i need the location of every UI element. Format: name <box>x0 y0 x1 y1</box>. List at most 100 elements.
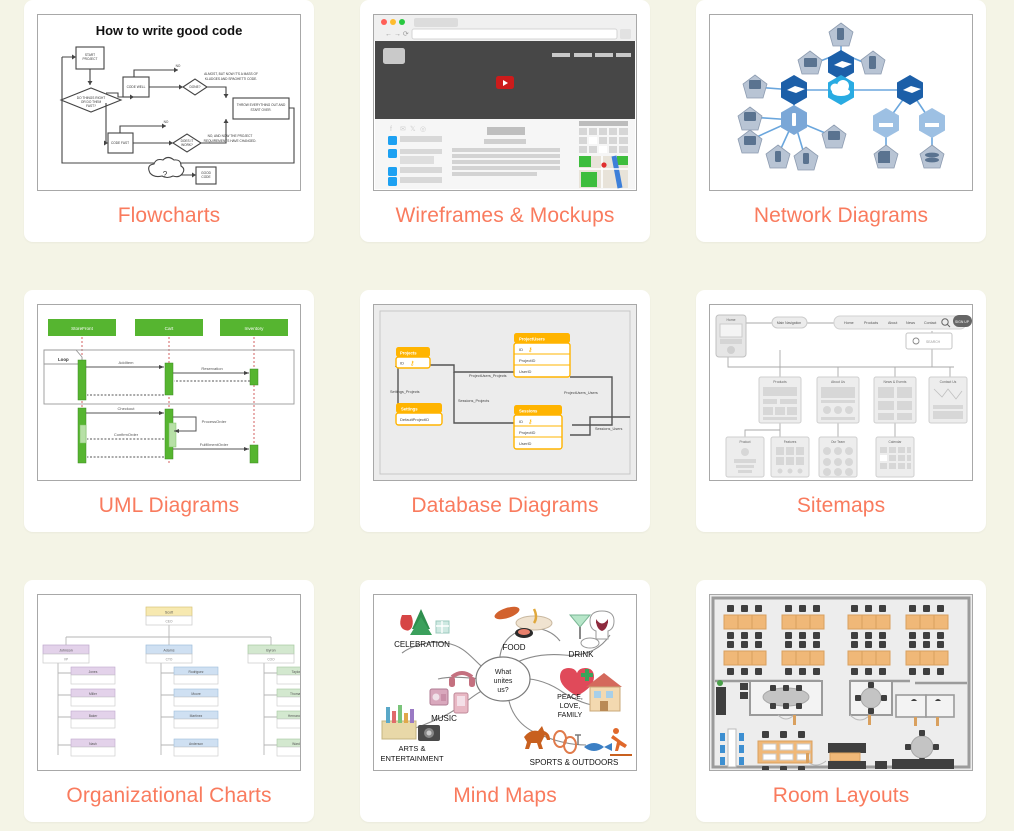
card-network-diagrams[interactable]: Network Diagrams <box>696 0 986 242</box>
svg-text:Ward: Ward <box>292 742 300 746</box>
svg-text:Sessions_Projects: Sessions_Projects <box>458 399 489 403</box>
svg-text:News: News <box>906 321 915 325</box>
svg-text:Thomas: Thomas <box>290 692 300 696</box>
thumbnail-database: Projects ID ⚷ ProjectUsers ID ⚷ ProjectI… <box>373 304 637 481</box>
card-label-mind-maps: Mind Maps <box>453 784 557 807</box>
svg-text:Settings: Settings <box>401 407 418 412</box>
card-organizational-charts[interactable]: Scott CEO Johnson VP Adams CTO Byron COO… <box>24 580 314 822</box>
svg-text:CTO: CTO <box>166 658 173 662</box>
svg-text:THROW EVERYTHING OUT AND: THROW EVERYTHING OUT AND <box>237 103 286 107</box>
svg-text:Martinez: Martinez <box>190 714 203 718</box>
thumbnail-network <box>709 14 973 191</box>
thumbnail-sitemap: Home Main Navigation Home Products About N… <box>709 304 973 481</box>
svg-text:Features: Features <box>784 440 797 444</box>
svg-text:Calendar: Calendar <box>889 440 903 444</box>
svg-text:Reservation: Reservation <box>201 366 222 371</box>
db-table-projects: Projects ID ⚷ <box>395 347 431 369</box>
svg-text:?: ? <box>163 170 168 179</box>
svg-text:ConfirmOrder: ConfirmOrder <box>114 432 139 437</box>
svg-text:News & Events: News & Events <box>884 380 907 384</box>
svg-text:ID: ID <box>519 419 523 424</box>
card-flowcharts[interactable]: How to write good code START PROJECT DO … <box>24 0 314 242</box>
svg-text:Hernandez: Hernandez <box>288 714 300 718</box>
svg-text:Products: Products <box>864 321 878 325</box>
db-table-settings: Settings DefaultProjectID <box>395 403 443 426</box>
svg-text:FAMILY: FAMILY <box>558 712 583 719</box>
svg-text:Byron: Byron <box>266 649 275 653</box>
svg-text:ProjectID: ProjectID <box>519 430 536 435</box>
thumbnail-uml: StoreFront Cart Inventory Loop AddItem R… <box>37 304 301 481</box>
svg-text:START OVER.: START OVER. <box>251 108 272 112</box>
svg-text:Our Team: Our Team <box>831 440 845 444</box>
svg-text:𝕏: 𝕏 <box>410 125 416 133</box>
svg-text:FAST?: FAST? <box>86 104 96 108</box>
svg-text:NO, AND NOW THE PROJECT: NO, AND NOW THE PROJECT <box>208 134 253 138</box>
card-wireframes-mockups[interactable]: ← → ⟳ f ✉ 𝕏 ◎ Wireframes & Mockups <box>360 0 650 242</box>
svg-text:CODE: CODE <box>201 175 210 179</box>
svg-text:f: f <box>390 126 392 133</box>
card-room-layouts[interactable]: Room Layouts <box>696 580 986 822</box>
svg-text:Main Navigation: Main Navigation <box>777 321 801 325</box>
svg-text:Product: Product <box>740 440 751 444</box>
svg-text:Rodriguez: Rodriguez <box>188 670 203 674</box>
uml-actor-2: Inventory <box>245 326 265 331</box>
svg-text:How to write good code: How to write good code <box>96 23 243 38</box>
svg-text:Baker: Baker <box>89 714 99 718</box>
card-mind-maps[interactable]: What unites us? CELEBRATION FOOD DRINK P… <box>360 580 650 822</box>
svg-text:✉: ✉ <box>400 126 406 133</box>
svg-text:unites: unites <box>494 678 513 685</box>
svg-text:us?: us? <box>497 687 508 694</box>
svg-text:Home: Home <box>844 321 854 325</box>
org-node-branch-1: Adams CTO <box>145 644 193 664</box>
svg-text:Anderson: Anderson <box>189 742 203 746</box>
svg-text:⚷: ⚷ <box>528 347 532 354</box>
diagram-gallery: How to write good code START PROJECT DO … <box>0 0 1014 822</box>
card-label-uml-diagrams: UML Diagrams <box>98 494 240 517</box>
card-sitemaps[interactable]: Home Main Navigation Home Products About N… <box>696 290 986 532</box>
svg-text:SPORTS & OUTDOORS: SPORTS & OUTDOORS <box>530 758 619 767</box>
svg-text:⚷: ⚷ <box>410 360 414 367</box>
svg-text:Checkout: Checkout <box>118 406 136 411</box>
thumbnail-roomlayout <box>709 594 973 771</box>
svg-text:CEO: CEO <box>166 620 173 624</box>
card-label-organizational-charts: Organizational Charts <box>66 784 272 807</box>
svg-text:UserID: UserID <box>519 369 532 374</box>
svg-text:WORK?: WORK? <box>181 143 193 147</box>
svg-text:LOVE,: LOVE, <box>560 703 581 710</box>
db-table-projectusers: ProjectUsers ID ⚷ ProjectID UserID <box>513 333 571 378</box>
svg-text:AddItem: AddItem <box>119 360 135 365</box>
svg-text:Taylor: Taylor <box>292 670 300 674</box>
svg-text:About: About <box>888 321 897 325</box>
thumbnail-wireframe: ← → ⟳ f ✉ 𝕏 ◎ <box>373 14 637 191</box>
svg-text:← → ⟳: ← → ⟳ <box>385 31 409 38</box>
thumbnail-mindmap: What unites us? CELEBRATION FOOD DRINK P… <box>373 594 637 771</box>
thumbnail-orgchart: Scott CEO Johnson VP Adams CTO Byron COO… <box>37 594 301 771</box>
svg-text:DRINK: DRINK <box>569 650 595 659</box>
svg-text:Contact Us: Contact Us <box>940 380 957 384</box>
svg-text:Sessions_Users: Sessions_Users <box>595 427 623 431</box>
org-node-root: Scott CEO <box>145 606 193 626</box>
svg-text:⚷: ⚷ <box>528 419 532 426</box>
svg-text:ALMOST, BUT NOW IT'S A MASS OF: ALMOST, BUT NOW IT'S A MASS OF <box>204 72 258 76</box>
svg-text:Settings_Projects: Settings_Projects <box>390 390 420 394</box>
card-label-flowcharts: Flowcharts <box>117 204 221 227</box>
svg-text:Products: Products <box>773 380 787 384</box>
svg-text:Miller: Miller <box>89 692 98 696</box>
svg-text:MUSIC: MUSIC <box>431 714 457 723</box>
svg-text:ID: ID <box>519 347 523 352</box>
card-database-diagrams[interactable]: Projects ID ⚷ ProjectUsers ID ⚷ ProjectI… <box>360 290 650 532</box>
svg-text:Home: Home <box>726 318 735 322</box>
svg-text:SIGN UP: SIGN UP <box>955 320 970 324</box>
card-label-sitemaps: Sitemaps <box>796 494 886 517</box>
svg-text:FulfillmentOrder: FulfillmentOrder <box>200 442 229 447</box>
svg-text:ProcessOrder: ProcessOrder <box>202 419 227 424</box>
card-label-network-diagrams: Network Diagrams <box>753 204 929 227</box>
svg-text:Jones: Jones <box>89 670 98 674</box>
svg-text:Loop: Loop <box>58 357 69 362</box>
card-uml-diagrams[interactable]: StoreFront Cart Inventory Loop AddItem R… <box>24 290 314 532</box>
svg-text:KLUDGES AND SPAGHETTI CODE.: KLUDGES AND SPAGHETTI CODE. <box>205 77 257 81</box>
svg-text:Scott: Scott <box>165 611 173 615</box>
svg-text:Adams: Adams <box>163 649 174 653</box>
svg-text:ARTS &: ARTS & <box>399 744 426 753</box>
org-node-branch-0: Johnson VP <box>42 644 90 664</box>
